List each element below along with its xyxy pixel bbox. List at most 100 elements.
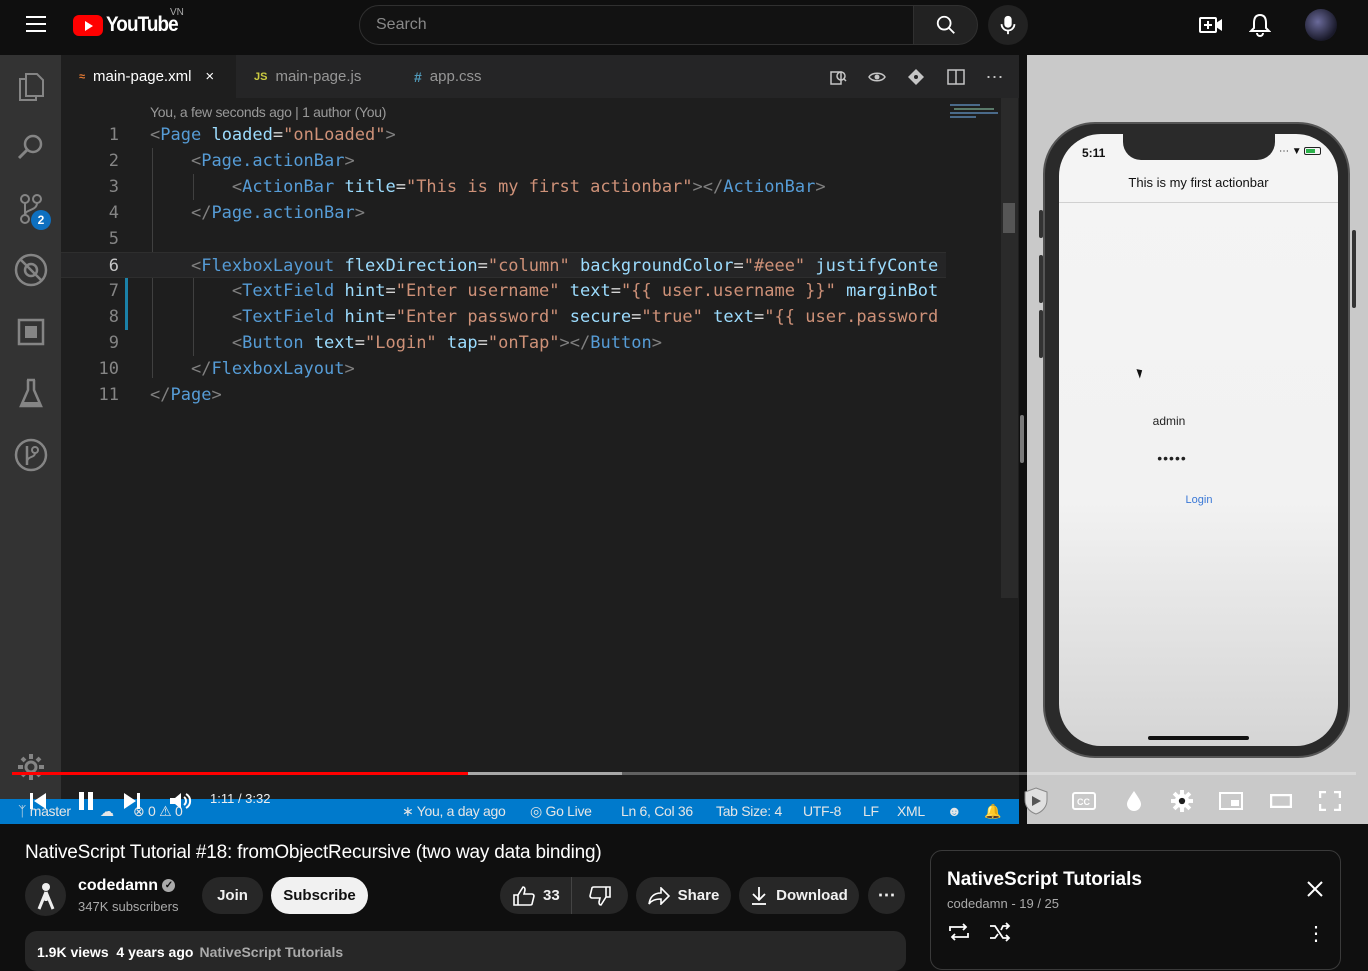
skip-next-icon: [124, 793, 140, 809]
code-line-4: 4 </Page.actionBar>: [108, 203, 365, 223]
sim-clock: 5:11: [1082, 146, 1106, 160]
loop-playlist-button[interactable]: [947, 921, 973, 943]
tab-label: app.css: [429, 68, 482, 85]
tab-main-page-xml: ≈ main-page.xml ×: [61, 55, 236, 98]
like-button[interactable]: 33: [500, 877, 572, 914]
more-vertical-icon: ⋮: [1306, 923, 1326, 945]
sync-icon: ☁: [100, 803, 114, 819]
share-icon: [647, 886, 670, 905]
miniplayer-button[interactable]: [1218, 789, 1244, 813]
theater-mode-button[interactable]: [1268, 789, 1294, 813]
like-count: 33: [543, 887, 560, 904]
ios-simulator-panel: 5:11 ⋯ ▼ This is my first actionbar admi…: [1027, 55, 1368, 824]
adblock-shield-button[interactable]: [1021, 786, 1051, 816]
xml-file-icon: ≈: [79, 70, 86, 83]
volume-icon: [170, 793, 192, 809]
settings-gear-icon: [14, 750, 48, 784]
screen-divider: [1019, 55, 1027, 824]
logo-text: YouTube: [106, 13, 179, 36]
miniplayer-icon: [1219, 792, 1243, 810]
subtitles-button[interactable]: CC: [1071, 789, 1097, 813]
mute-button[interactable]: [167, 789, 193, 813]
closed-captions-icon: CC: [1072, 792, 1096, 810]
playlist-link[interactable]: NativeScript Tutorials: [199, 944, 343, 960]
go-live-button: ◎ Go Live: [530, 803, 592, 819]
notifications-button[interactable]: [1247, 12, 1273, 38]
channel-name[interactable]: codedamn ✓: [78, 877, 176, 895]
next-button[interactable]: [120, 789, 144, 813]
playlist-title[interactable]: NativeScript Tutorials: [947, 869, 1142, 891]
vscode-status-bar: ᛉ master ☁ ⊗ 0 ⚠ 0 ∗ You, a day ago ◎ Go…: [0, 799, 1019, 824]
home-indicator: [1148, 736, 1249, 740]
subscribe-button[interactable]: Subscribe: [271, 877, 368, 914]
create-button[interactable]: [1198, 12, 1224, 38]
sim-action-bar: This is my first actionbar: [1059, 169, 1338, 203]
video-title: NativeScript Tutorial #18: fromObjectRec…: [25, 842, 602, 863]
voice-search-button[interactable]: [988, 5, 1028, 45]
skip-previous-icon: [30, 793, 46, 809]
download-button[interactable]: Download: [739, 877, 859, 914]
youtube-play-icon: [73, 14, 103, 36]
bell-icon: [1249, 13, 1271, 37]
video-player[interactable]: 2 ≈ main-page.xml × JS main-page.js # ap…: [0, 55, 1368, 824]
split-editor-icon: [946, 67, 966, 87]
git-compare-icon: [906, 67, 926, 87]
minimap: [946, 98, 1001, 798]
theater-icon: [1270, 794, 1292, 808]
code-line-2: 2 <Page.actionBar>: [108, 151, 355, 171]
channel-avatar[interactable]: [25, 875, 66, 916]
playlist-subtitle: codedamn - 19 / 25: [947, 896, 1060, 911]
microphone-icon: [1000, 15, 1016, 35]
feedback-icon: ☻: [947, 803, 962, 819]
droplet-icon: [1127, 791, 1141, 811]
menu-icon[interactable]: [26, 16, 46, 32]
sim-password-field: •••••: [1157, 450, 1187, 466]
description-box[interactable]: 1.9K views 4 years ago NativeScript Tutor…: [25, 931, 906, 971]
shield-icon: [1024, 787, 1048, 815]
phone-button: [1352, 230, 1356, 308]
compare-changes-icon: [867, 67, 887, 87]
run-debug-icon: [14, 253, 48, 287]
thumbs-down-icon: [588, 885, 611, 906]
close-playlist-button[interactable]: [1304, 878, 1326, 900]
sim-username-field: admin: [1152, 414, 1186, 428]
phone-frame: 5:11 ⋯ ▼ This is my first actionbar admi…: [1043, 122, 1350, 758]
youtube-header: YouTube VN: [0, 0, 1368, 52]
settings-button[interactable]: [1170, 789, 1194, 813]
dislike-button[interactable]: [572, 877, 627, 914]
more-actions-button[interactable]: ⋯: [868, 877, 905, 914]
line-ending: LF: [863, 803, 879, 819]
create-video-icon: [1199, 17, 1222, 33]
share-button[interactable]: Share: [636, 877, 731, 914]
code-line-11: 11 </Page>: [98, 385, 222, 405]
search-button[interactable]: [913, 5, 978, 45]
download-icon: [752, 886, 767, 905]
time-display: 1:11 / 3:32: [210, 791, 271, 806]
join-button[interactable]: Join: [202, 877, 263, 914]
search-input[interactable]: [360, 6, 913, 44]
phone-notch: [1123, 134, 1275, 160]
source-control-badge: 2: [31, 210, 51, 230]
fullscreen-button[interactable]: [1317, 789, 1343, 813]
account-avatar[interactable]: [1305, 9, 1337, 41]
shuffle-button[interactable]: [988, 921, 1014, 943]
code-line-1: 1 <Page loaded="onLoaded">: [108, 125, 396, 145]
js-file-icon: JS: [254, 70, 268, 83]
sim-login-button: Login: [1185, 494, 1213, 506]
ambient-mode-button[interactable]: [1122, 789, 1146, 813]
sim-status-icons: ⋯ ▼: [1279, 146, 1322, 157]
fullscreen-icon: [1319, 791, 1341, 811]
progress-bar[interactable]: [12, 772, 1356, 775]
code-line-8: 8 <TextField hint="Enter password" secur…: [108, 307, 939, 327]
editor-scrollbar: [1001, 98, 1018, 598]
tab-main-page-js: JS main-page.js: [236, 55, 396, 98]
code-line-10: 10 </FlexboxLayout>: [98, 359, 355, 379]
playlist-panel: NativeScript Tutorials codedamn - 19 / 2…: [930, 850, 1341, 970]
channel-logo-icon: [37, 882, 54, 910]
playlist-menu-button[interactable]: ⋮: [1306, 921, 1326, 945]
previous-button[interactable]: [26, 789, 50, 813]
pause-button[interactable]: [74, 789, 98, 813]
youtube-logo[interactable]: YouTube VN: [73, 7, 186, 37]
more-actions-icon: ⋯: [985, 66, 1005, 87]
phone-screen: 5:11 ⋯ ▼ This is my first actionbar admi…: [1059, 134, 1338, 746]
